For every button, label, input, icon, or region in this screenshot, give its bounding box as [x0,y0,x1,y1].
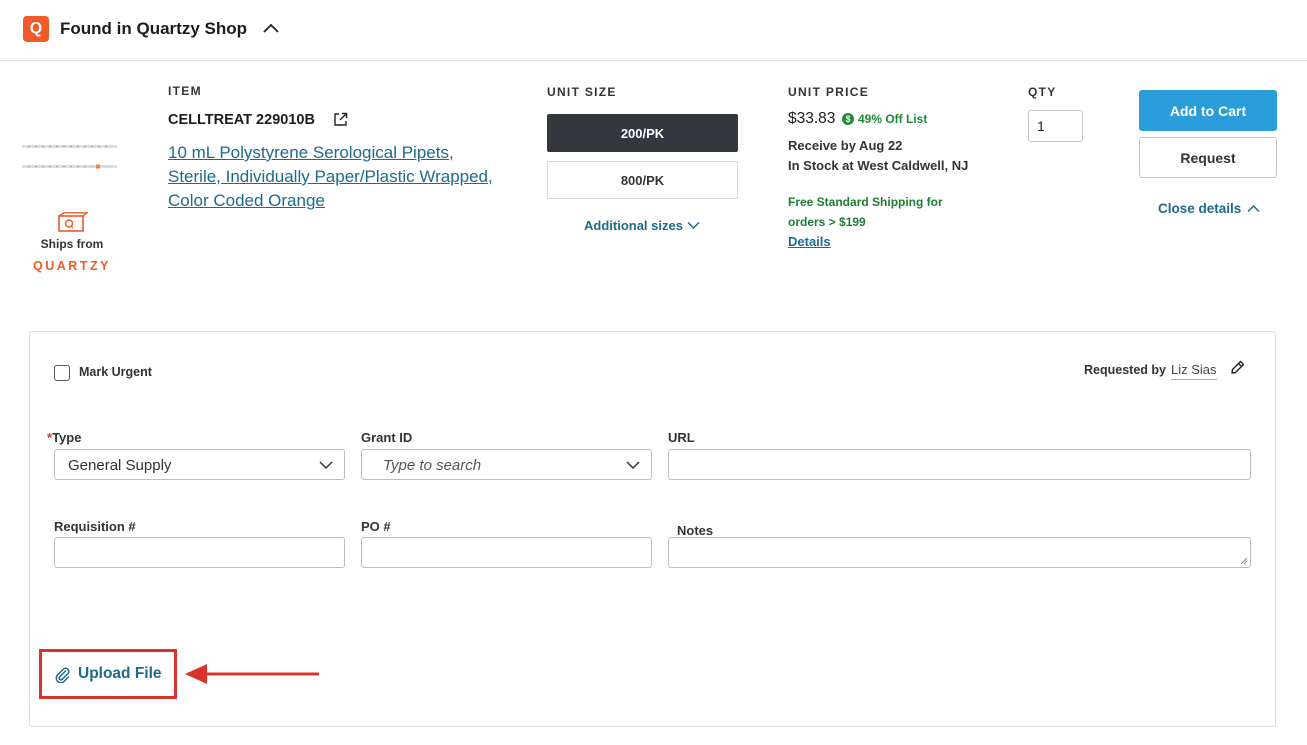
upload-file-button[interactable]: Upload File [54,665,162,683]
quantity-input[interactable] [1028,110,1083,142]
add-to-cart-button[interactable]: Add to Cart [1139,90,1277,131]
chevron-down-icon [319,461,333,470]
requisition-input[interactable] [54,537,345,568]
type-select-value: General Supply [68,457,172,474]
discount-text: 49% Off List [858,112,928,126]
grant-id-field-label: Grant ID [361,430,413,445]
shipping-box-icon [58,212,88,232]
additional-sizes-toggle[interactable]: Additional sizes [584,218,700,233]
mark-urgent-label[interactable]: Mark Urgent [79,365,152,379]
item-catalog-number: CELLTREAT 229010B [168,112,315,128]
requested-by-value: Liz Sias [1171,362,1217,380]
pencil-edit-icon[interactable] [1229,359,1246,376]
chevron-down-icon [626,461,640,470]
qty-column-label: QTY [1028,85,1057,99]
notes-field-label: Notes [677,523,714,538]
resize-handle-icon[interactable] [1240,557,1248,565]
annotation-arrow-icon [185,664,319,684]
section-title: Found in Quartzy Shop [60,19,247,38]
type-label-text: Type [52,430,82,445]
external-link-icon[interactable] [333,112,348,127]
stock-status: In Stock at West Caldwell, NJ [788,158,969,173]
chevron-up-icon[interactable] [262,20,280,38]
quartzy-logo-icon: Q [23,16,49,42]
shipping-details-link[interactable]: Details [788,234,831,249]
grant-id-placeholder: Type to search [383,457,482,474]
paperclip-icon [55,667,70,683]
close-details-toggle[interactable]: Close details [1158,201,1260,216]
request-button[interactable]: Request [1139,137,1277,178]
po-field-label: PO # [361,519,391,534]
product-name-link[interactable]: 10 mL Polystyrene Serological Pipets, St… [168,141,498,213]
type-select[interactable]: General Supply [54,449,345,480]
ships-from-label: Ships from [40,237,104,251]
size-option-800pk[interactable]: 800/PK [547,161,738,199]
close-details-label: Close details [1158,201,1242,216]
type-field-label: *Type [47,430,81,445]
unit-price-column-label: UNIT PRICE [788,85,870,99]
chevron-down-icon [687,221,700,230]
discount-badge: $ 49% Off List [842,112,927,126]
quartzy-wordmark: QUARTZY [33,259,111,273]
free-shipping-notice: Free Standard Shipping for orders > $199 [788,195,943,229]
requested-by-label: Requested by [1084,363,1166,377]
mark-urgent-checkbox[interactable] [54,365,70,381]
section-header[interactable]: Q Found in Quartzy Shop [0,0,1307,61]
notes-textarea[interactable] [668,537,1251,568]
delivery-estimate: Receive by Aug 22 [788,138,903,153]
url-field-label: URL [668,430,695,445]
requisition-field-label: Requisition # [54,519,136,534]
additional-sizes-label: Additional sizes [584,218,683,233]
size-option-200pk[interactable]: 200/PK [547,114,738,152]
unit-price: $33.83 [788,110,836,127]
po-input[interactable] [361,537,652,568]
url-input[interactable] [668,449,1251,480]
upload-file-label: Upload File [78,665,162,682]
unit-size-column-label: UNIT SIZE [547,85,617,99]
product-image [22,145,117,169]
chevron-up-icon [1247,204,1260,213]
item-column-label: ITEM [168,84,202,98]
grant-id-select[interactable]: Type to search [361,449,652,480]
dollar-circle-icon: $ [842,113,854,125]
